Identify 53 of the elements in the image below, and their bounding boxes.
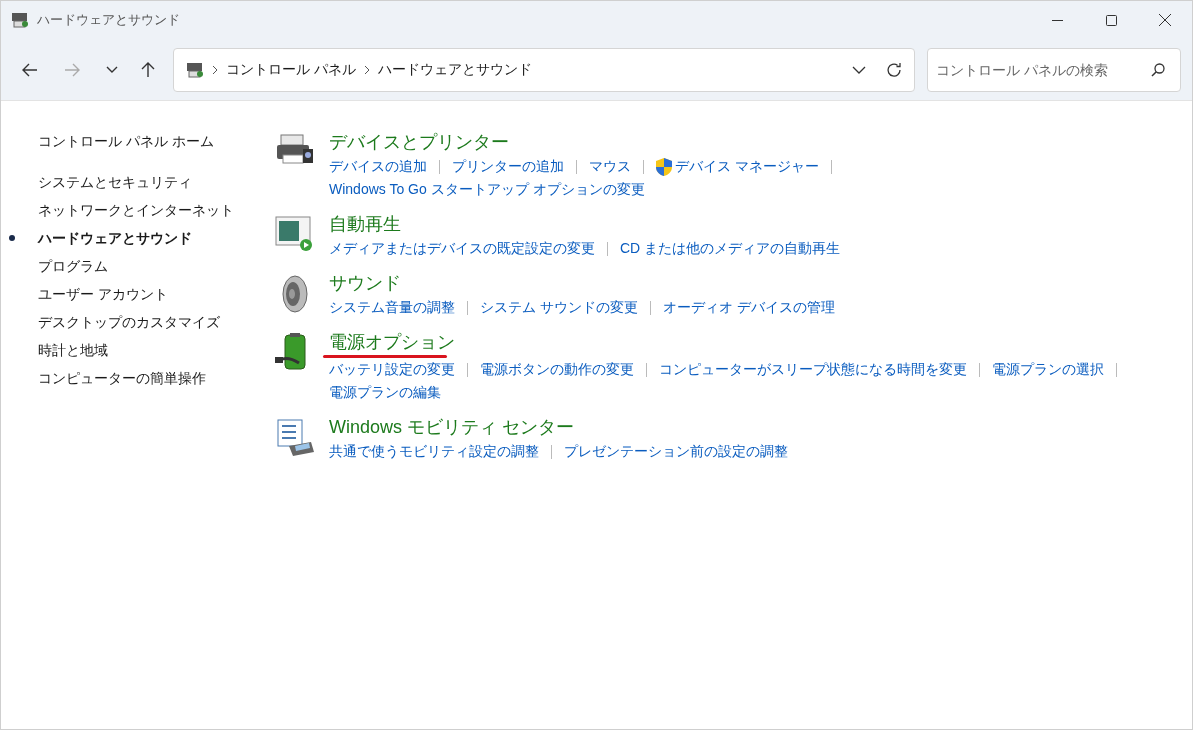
task-link[interactable]: メディアまたはデバイスの既定設定の変更 xyxy=(329,238,595,259)
control-panel-icon xyxy=(186,61,204,78)
task-link[interactable]: 電源プランの編集 xyxy=(329,382,441,403)
breadcrumb[interactable]: コントロール パネル xyxy=(226,59,356,80)
media-player-icon xyxy=(275,215,313,251)
refresh-icon[interactable] xyxy=(886,61,902,78)
app-icon xyxy=(11,12,29,28)
shield-icon xyxy=(656,157,672,176)
address-bar[interactable]: コントロール パネル ハードウェアとサウンド xyxy=(173,47,915,92)
sidebar-item[interactable]: プログラム xyxy=(38,255,108,277)
chevron-down-icon[interactable] xyxy=(852,65,866,74)
task-link[interactable]: プレゼンテーション前の設定の調整 xyxy=(564,441,788,462)
task-link[interactable]: マウス xyxy=(589,156,631,177)
selected-bullet-icon xyxy=(8,235,15,241)
task-link[interactable]: デバイス マネージャー xyxy=(656,156,819,177)
task-link[interactable]: 共通で使うモビリティ設定の調整 xyxy=(329,441,539,462)
task-link[interactable]: CD または他のメディアの自動再生 xyxy=(620,238,841,259)
category-title-link[interactable]: サウンド xyxy=(329,270,401,296)
sidebar-item[interactable]: デスクトップのカスタマイズ xyxy=(38,311,220,333)
close-icon xyxy=(1159,14,1171,26)
chevron-down-icon xyxy=(106,66,118,73)
category-title-link[interactable]: 電源オプション xyxy=(329,329,455,355)
category-title-link[interactable]: Windows モビリティ センター xyxy=(329,414,575,440)
maximize-icon xyxy=(1105,14,1117,26)
chevron-right-icon xyxy=(363,64,370,75)
laptop-checklist-icon xyxy=(275,418,315,458)
task-link[interactable]: システム音量の調整 xyxy=(329,297,455,318)
task-link[interactable]: バッテリ設定の変更 xyxy=(329,359,455,380)
category-title-link[interactable]: デバイスとプリンター xyxy=(329,129,509,155)
task-link[interactable]: プリンターの追加 xyxy=(452,156,564,177)
sidebar-item[interactable]: ハードウェアとサウンド xyxy=(38,227,192,249)
category-title-link[interactable]: 自動再生 xyxy=(329,211,401,237)
task-link[interactable]: システム サウンドの変更 xyxy=(480,297,638,318)
up-arrow-icon xyxy=(141,61,155,78)
task-link[interactable]: 電源ボタンの動作の変更 xyxy=(480,359,634,380)
printer-icon xyxy=(275,133,315,167)
chevron-right-icon xyxy=(212,64,218,75)
minimize-icon xyxy=(1051,19,1063,21)
sidebar-home-link[interactable]: コントロール パネル ホーム xyxy=(38,131,239,151)
search-field[interactable]: コントロール パネルの検索 xyxy=(927,47,1181,92)
task-link[interactable]: 電源プランの選択 xyxy=(992,359,1104,380)
task-link[interactable]: Windows To Go スタートアップ オプションの変更 xyxy=(329,179,645,200)
sidebar-item[interactable]: ネットワークとインターネット xyxy=(38,199,234,221)
search-icon xyxy=(1151,62,1165,77)
task-link[interactable]: オーディオ デバイスの管理 xyxy=(662,297,835,318)
sidebar-item[interactable]: ユーザー アカウント xyxy=(38,283,168,305)
sidebar-item[interactable]: コンピューターの簡単操作 xyxy=(38,367,206,389)
window-title: ハードウェアとサウンド xyxy=(37,11,180,30)
task-link[interactable]: デバイスの追加 xyxy=(329,156,427,177)
sidebar-item[interactable]: 時計と地域 xyxy=(38,339,108,361)
sidebar-item[interactable]: システムとセキュリティ xyxy=(38,171,192,193)
task-link[interactable]: コンピューターがスリープ状態になる時間を変更 xyxy=(659,359,967,380)
breadcrumb[interactable]: ハードウェアとサウンド xyxy=(377,59,532,80)
